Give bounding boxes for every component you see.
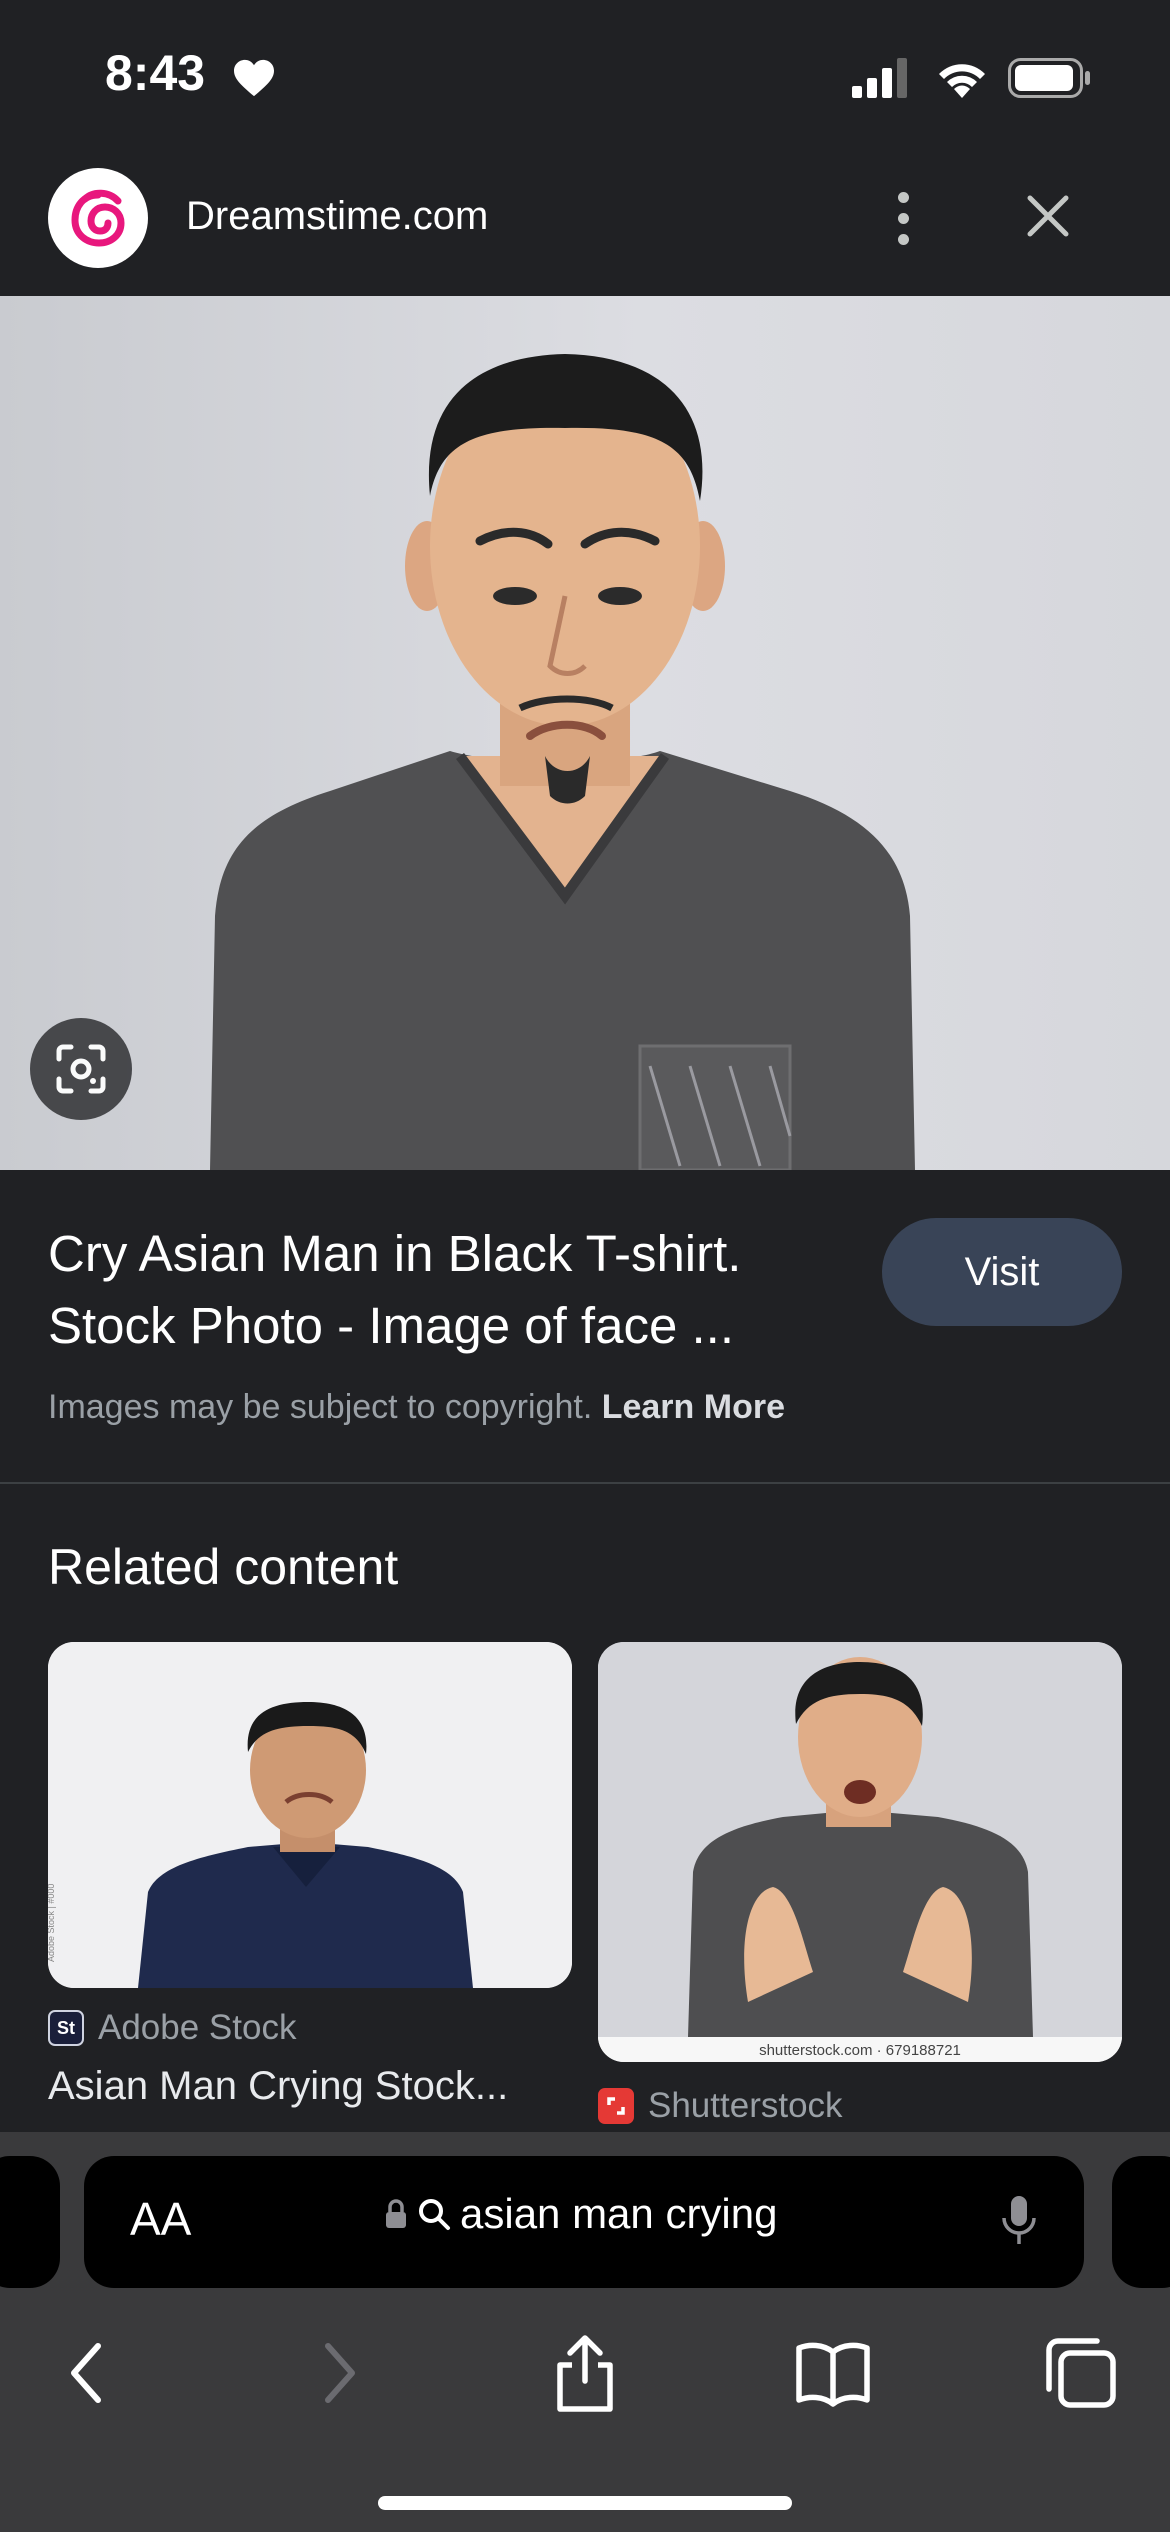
copyright-text: Images may be subject to copyright. <box>48 1388 593 1426</box>
related-image-shutterstock[interactable]: shutterstock.com · 679188721 <box>598 1642 1122 2062</box>
shutterstock-watermark: shutterstock.com · 679188721 <box>759 2042 961 2059</box>
site-name[interactable]: Dreamstime.com <box>186 194 488 239</box>
main-result-image[interactable] <box>0 296 1170 1170</box>
divider <box>0 1482 1170 1484</box>
related-content-heading: Related content <box>48 1539 399 1595</box>
copyright-notice: Images may be subject to copyright. Lear… <box>48 1388 785 1427</box>
crying-man-photo <box>210 354 915 1170</box>
back-button[interactable] <box>42 2328 132 2418</box>
shutterstock-logo-icon <box>607 2097 625 2115</box>
learn-more-link[interactable]: Learn More <box>602 1388 785 1426</box>
search-query: asian man crying <box>460 2190 778 2237</box>
lens-button[interactable] <box>30 1018 132 1120</box>
forward-icon <box>325 2343 355 2403</box>
browser-toolbar: AA asian man crying <box>0 2132 1170 2532</box>
heart-icon <box>234 59 274 97</box>
bookmarks-icon <box>796 2342 870 2407</box>
more-options-button[interactable] <box>880 180 926 256</box>
lens-icon <box>56 1044 106 1094</box>
related-image-adobe[interactable]: Adobe Stock | #000 <box>48 1642 572 1988</box>
navigation-bar <box>0 2318 1170 2428</box>
related-photo-2: shutterstock.com · 679188721 <box>598 1642 1122 2062</box>
text-size-button[interactable]: AA <box>130 2192 191 2246</box>
source-name: Adobe Stock <box>98 2008 297 2047</box>
tabs-button[interactable] <box>1036 2328 1126 2418</box>
url-field[interactable]: asian man crying <box>384 2190 777 2238</box>
status-bar: 8:43 <box>0 0 1170 150</box>
more-vert-dot <box>897 212 909 224</box>
site-logo[interactable] <box>48 168 148 268</box>
more-vert-dot <box>897 233 909 245</box>
related-source-adobe[interactable]: St Adobe Stock <box>48 2008 296 2048</box>
home-indicator[interactable] <box>378 2496 792 2510</box>
more-vert-icon <box>897 191 909 203</box>
result-title[interactable]: Cry Asian Man in Black T-shirt. Stock Ph… <box>48 1218 848 1362</box>
dreamstime-logo-icon <box>71 189 125 247</box>
bookmarks-button[interactable] <box>788 2328 878 2418</box>
share-button[interactable] <box>540 2328 630 2418</box>
signal-icon <box>852 58 907 98</box>
battery-icon <box>1008 58 1090 98</box>
close-icon[interactable] <box>1020 188 1076 244</box>
related-source-shutterstock[interactable]: Shutterstock <box>598 2086 843 2126</box>
next-tab-stub[interactable] <box>1112 2156 1170 2288</box>
back-icon <box>71 2343 101 2403</box>
tabs-icon <box>1046 2338 1116 2408</box>
lock-icon <box>386 2199 406 2228</box>
source-name: Shutterstock <box>648 2086 843 2125</box>
adobe-stock-favicon: St <box>48 2010 84 2046</box>
site-header: Dreamstime.com <box>0 150 1170 296</box>
forward-button[interactable] <box>294 2328 384 2418</box>
shutterstock-favicon <box>598 2088 634 2124</box>
text-size-label: AA <box>130 2193 192 2245</box>
share-icon <box>557 2335 613 2412</box>
wifi-icon <box>939 64 985 98</box>
related-photo-1: Adobe Stock | #000 <box>48 1642 572 1988</box>
status-time: 8:43 <box>105 45 206 101</box>
search-icon <box>419 2199 450 2230</box>
visit-button[interactable]: Visit <box>882 1218 1122 1326</box>
address-bar[interactable]: AA asian man crying <box>84 2156 1084 2288</box>
mic-icon[interactable] <box>999 2192 1039 2252</box>
previous-tab-stub[interactable] <box>0 2156 60 2288</box>
svg-text:Adobe Stock | #000: Adobe Stock | #000 <box>48 1884 56 1962</box>
related-title-adobe[interactable]: Asian Man Crying Stock... <box>48 2064 572 2109</box>
